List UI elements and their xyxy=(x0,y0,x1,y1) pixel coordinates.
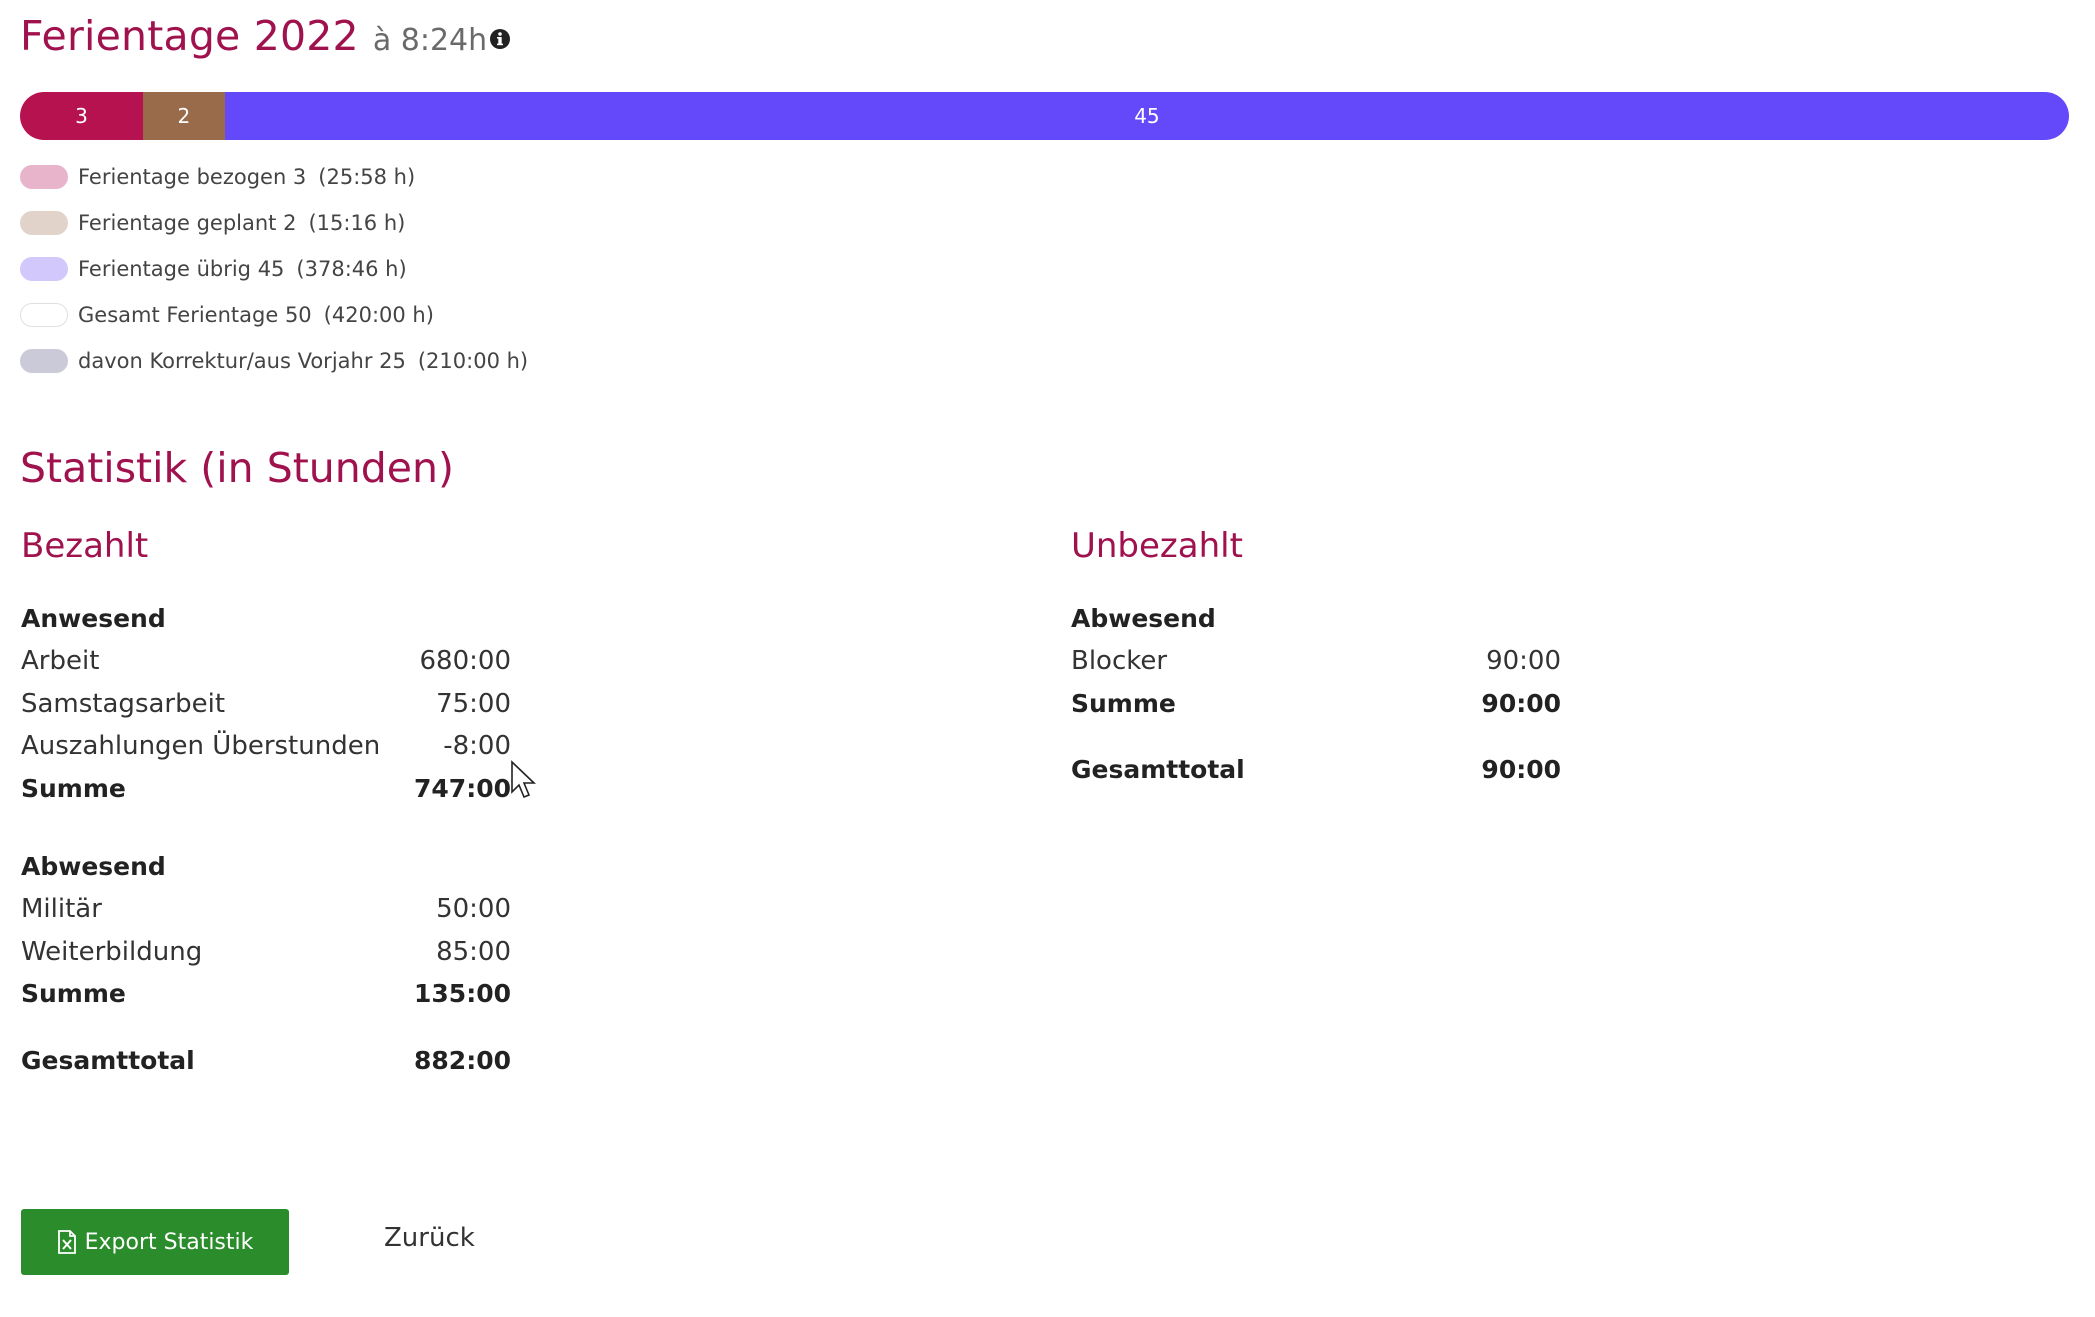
row-value: 50:00 xyxy=(436,894,511,924)
legend-label: Ferientage übrig 45 xyxy=(78,257,285,281)
row-value: -8:00 xyxy=(443,731,511,761)
row-label: Samstagsarbeit xyxy=(21,688,226,719)
paid-present-heading: Anwesend xyxy=(21,604,166,633)
table-row: Militär 50:00 xyxy=(21,888,511,931)
legend-label: Ferientage bezogen 3 xyxy=(78,165,307,189)
bar-segment-taken: 3 xyxy=(20,92,143,140)
row-value: 90:00 xyxy=(1486,646,1561,676)
sum-value: 135:00 xyxy=(414,979,511,1008)
vacation-progress-bar: 3 2 45 xyxy=(20,92,2069,140)
legend-item-planned: Ferientage geplant 2 (15:16 h) xyxy=(20,200,528,246)
row-value: 75:00 xyxy=(436,688,511,719)
sum-row: Summe 747:00 xyxy=(21,768,511,811)
row-label: Blocker xyxy=(1071,646,1168,676)
row-label: Militär xyxy=(21,894,102,924)
info-icon[interactable] xyxy=(489,28,511,50)
row-value: 85:00 xyxy=(436,936,511,967)
sum-label: Summe xyxy=(21,773,126,803)
row-value: 680:00 xyxy=(419,646,511,676)
legend-swatch xyxy=(20,165,68,189)
page: Ferientage 2022 à 8:24h 3 2 45 Ferientag… xyxy=(0,0,2095,1317)
page-title: Ferientage 2022 xyxy=(20,12,359,60)
total-value: 882:00 xyxy=(414,1045,511,1075)
legend-hours: (210:00 h) xyxy=(417,349,529,373)
unpaid-column: Unbezahlt Abwesend Blocker 90:00 Summe 9… xyxy=(1071,526,1561,792)
total-row: Gesamttotal 90:00 xyxy=(1071,749,1561,792)
total-row: Gesamttotal 882:00 xyxy=(21,1040,511,1083)
sum-row: Summe 90:00 xyxy=(1071,683,1561,726)
paid-heading: Bezahlt xyxy=(21,526,149,566)
table-row: Blocker 90:00 xyxy=(1071,640,1561,683)
legend-swatch xyxy=(20,257,68,281)
legend-label: davon Korrektur/aus Vorjahr 25 xyxy=(78,349,406,373)
legend-swatch xyxy=(20,349,68,373)
bar-segment-planned: 2 xyxy=(142,92,225,140)
row-label: Weiterbildung xyxy=(21,936,203,967)
legend-swatch xyxy=(20,303,68,327)
sum-value: 747:00 xyxy=(414,773,511,803)
legend-item-total: Gesamt Ferientage 50 (420:00 h) xyxy=(20,292,528,338)
bar-segment-remaining: 45 xyxy=(224,92,2069,140)
export-button-label: Export Statistik xyxy=(84,1229,254,1255)
export-statistics-button[interactable]: Export Statistik xyxy=(21,1209,289,1275)
legend-hours: (420:00 h) xyxy=(323,303,434,327)
paid-column: Bezahlt Anwesend Arbeit 680:00 Samstagsa… xyxy=(21,526,511,1082)
vacation-legend: Ferientage bezogen 3 (25:58 h) Ferientag… xyxy=(20,154,528,384)
legend-item-taken: Ferientage bezogen 3 (25:58 h) xyxy=(20,154,528,200)
bar-segment-taken-label: 3 xyxy=(75,104,88,128)
legend-label: Ferientage geplant 2 xyxy=(78,211,297,235)
sum-value: 90:00 xyxy=(1481,688,1561,718)
table-row: Weiterbildung 85:00 xyxy=(21,931,511,974)
total-label: Gesamttotal xyxy=(21,1045,195,1075)
bar-segment-planned-label: 2 xyxy=(177,104,191,128)
legend-item-remaining: Ferientage übrig 45 (378:46 h) xyxy=(20,246,528,292)
legend-label: Gesamt Ferientage 50 xyxy=(78,303,312,327)
legend-hours: (378:46 h) xyxy=(296,257,407,281)
unpaid-absent-heading: Abwesend xyxy=(1071,604,1216,633)
daily-hours: à 8:24h xyxy=(372,23,488,58)
table-row: Arbeit 680:00 xyxy=(21,640,511,683)
unpaid-heading: Unbezahlt xyxy=(1071,526,1243,566)
paid-absent-heading: Abwesend xyxy=(21,852,166,881)
file-excel-icon xyxy=(57,1230,76,1254)
legend-hours: (15:16 h) xyxy=(308,211,406,235)
legend-swatch xyxy=(20,211,68,235)
mouse-cursor-icon xyxy=(511,760,536,799)
sum-row: Summe 135:00 xyxy=(21,973,511,1016)
bar-segment-remaining-label: 45 xyxy=(1134,104,1160,128)
legend-hours: (25:58 h) xyxy=(318,165,416,189)
page-header: Ferientage 2022 à 8:24h xyxy=(20,12,511,60)
sum-label: Summe xyxy=(21,979,126,1008)
total-label: Gesamttotal xyxy=(1071,755,1245,784)
sum-label: Summe xyxy=(1071,688,1176,718)
back-button[interactable]: Zurück xyxy=(378,1222,481,1254)
table-row: Samstagsarbeit 75:00 xyxy=(21,683,511,726)
row-label: Auszahlungen Überstunden xyxy=(21,731,381,761)
statistics-title: Statistik (in Stunden) xyxy=(20,444,455,492)
table-row: Auszahlungen Überstunden -8:00 xyxy=(21,725,511,768)
row-label: Arbeit xyxy=(21,646,100,676)
legend-item-correction: davon Korrektur/aus Vorjahr 25 (210:00 h… xyxy=(20,338,528,384)
total-value: 90:00 xyxy=(1481,755,1561,784)
